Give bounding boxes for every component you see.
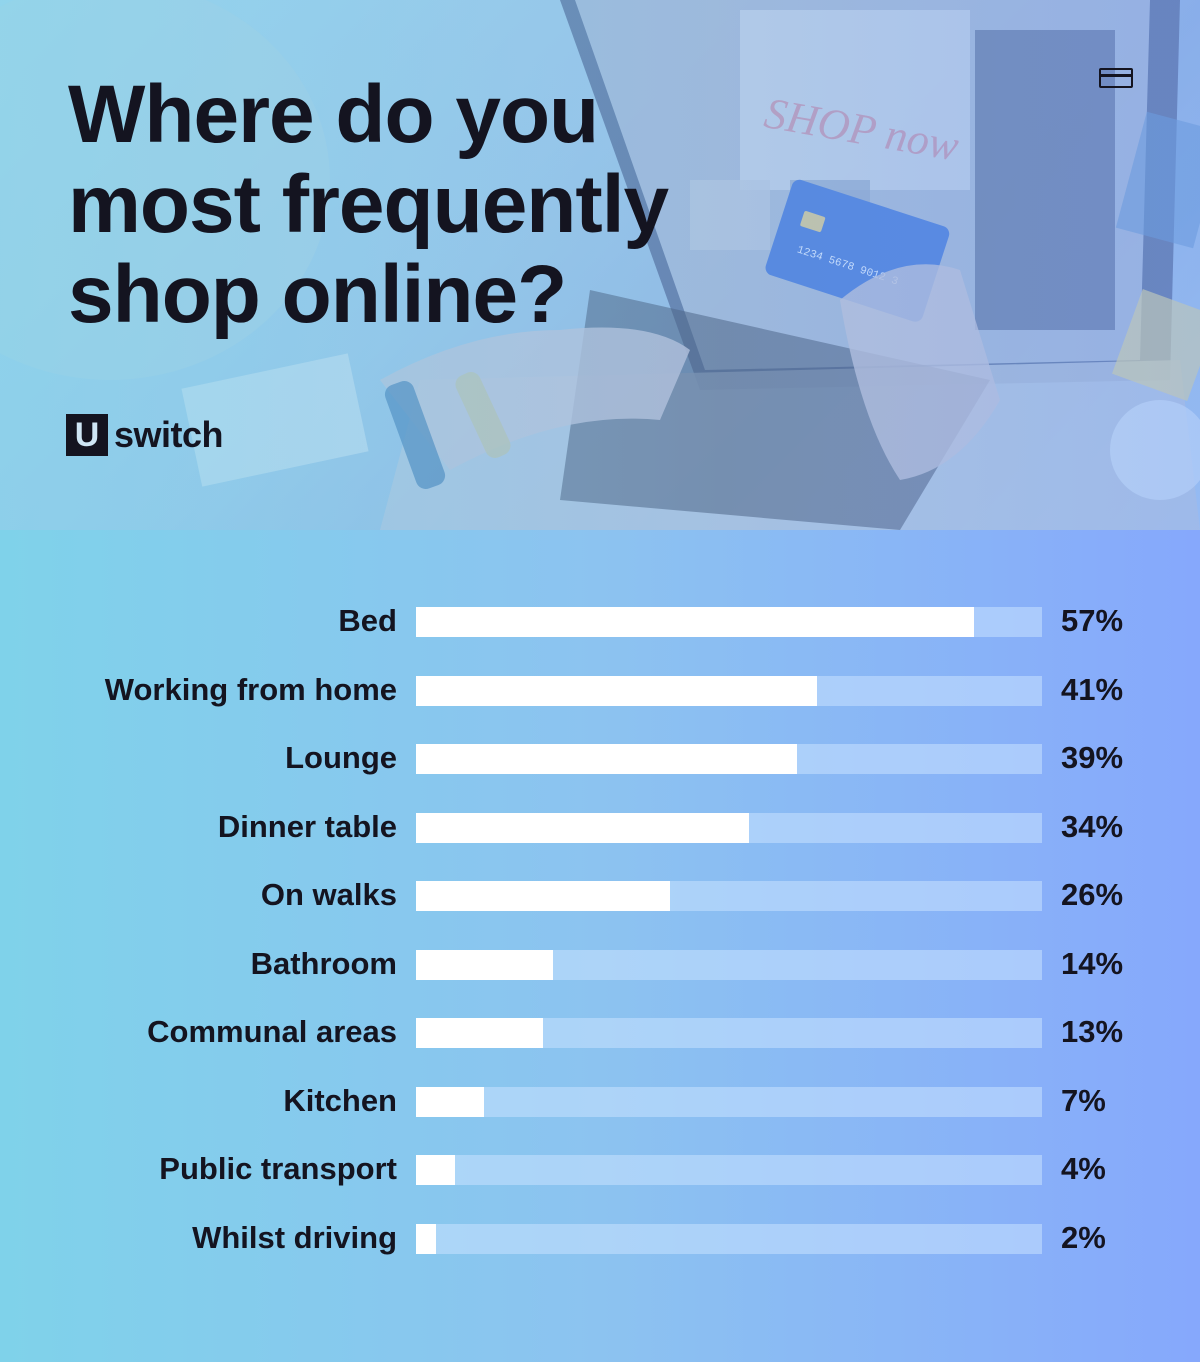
credit-card-icon — [1099, 68, 1133, 88]
bar-track — [416, 607, 1042, 637]
bar-category-label: Public transport — [159, 1151, 397, 1186]
bar-value-label: 2% — [1061, 1219, 1106, 1255]
bar-category-label: Bed — [338, 603, 397, 638]
bar-value-label: 41% — [1061, 671, 1124, 707]
bar-value-label: 39% — [1061, 740, 1124, 775]
bar-track — [416, 881, 1042, 911]
bar-value-label: 26% — [1061, 877, 1124, 912]
bar-track — [416, 1155, 1042, 1185]
bar-value-label: 13% — [1061, 1014, 1124, 1049]
bar-fill — [416, 607, 974, 637]
bar-track — [416, 949, 1042, 980]
bar-fill — [416, 949, 553, 980]
title-line-1: Where do you — [68, 69, 599, 160]
page-title: Where do you most frequently shop online… — [68, 70, 768, 340]
bar-track — [416, 1018, 1042, 1048]
bar-category-label: Kitchen — [283, 1082, 397, 1118]
bar-row: Bed 57% — [0, 603, 1200, 638]
bar-value-label: 7% — [1061, 1082, 1106, 1118]
bar-row: Communal areas 13% — [0, 1014, 1200, 1049]
bar-fill — [416, 1018, 544, 1048]
bar-track — [416, 1086, 1042, 1117]
title-line-3: shop online? — [68, 249, 567, 340]
bar-value-label: 4% — [1061, 1151, 1106, 1186]
uswitch-logo: U switch — [66, 414, 224, 456]
bar-category-label: Communal areas — [147, 1014, 397, 1049]
bar-row: Kitchen 7% — [0, 1083, 1200, 1118]
bar-category-label: Lounge — [285, 740, 397, 775]
bar-value-label: 34% — [1061, 808, 1124, 844]
logo-mark: U — [66, 414, 108, 456]
logo-wordmark: switch — [114, 414, 224, 455]
bar-value-label: 14% — [1061, 945, 1124, 981]
bar-category-label: Bathroom — [250, 945, 397, 981]
bar-track — [416, 675, 1042, 706]
bar-chart: Bed 57% Working from home 41% Lounge 39% Dinne… — [0, 530, 1200, 1362]
bar-track — [416, 1223, 1042, 1254]
bar-fill — [416, 1223, 436, 1254]
bar-category-label: Dinner table — [217, 808, 397, 844]
hero-banner: SHOP now 1234 5678 9012 3 Where do you m… — [0, 0, 1200, 530]
bar-row: Working from home 41% — [0, 672, 1200, 707]
bar-row: Whilst driving 2% — [0, 1220, 1200, 1255]
bar-fill — [416, 881, 671, 911]
bar-track — [416, 744, 1042, 774]
bar-row: Lounge 39% — [0, 740, 1200, 775]
bar-category-label: Whilst driving — [192, 1219, 397, 1255]
bar-fill — [416, 1155, 456, 1185]
bar-fill — [416, 1086, 485, 1117]
bar-row: On walks 26% — [0, 877, 1200, 912]
bar-category-label: Working from home — [104, 671, 397, 707]
title-line-2: most frequently — [68, 159, 669, 250]
bar-fill — [416, 744, 798, 774]
bar-fill — [416, 675, 818, 706]
bar-row: Bathroom 14% — [0, 946, 1200, 981]
bar-track — [416, 812, 1042, 843]
bar-row: Public transport 4% — [0, 1151, 1200, 1186]
bar-row: Dinner table 34% — [0, 809, 1200, 844]
bar-category-label: On walks — [260, 877, 397, 912]
bar-fill — [416, 812, 749, 843]
bar-value-label: 57% — [1061, 603, 1124, 638]
